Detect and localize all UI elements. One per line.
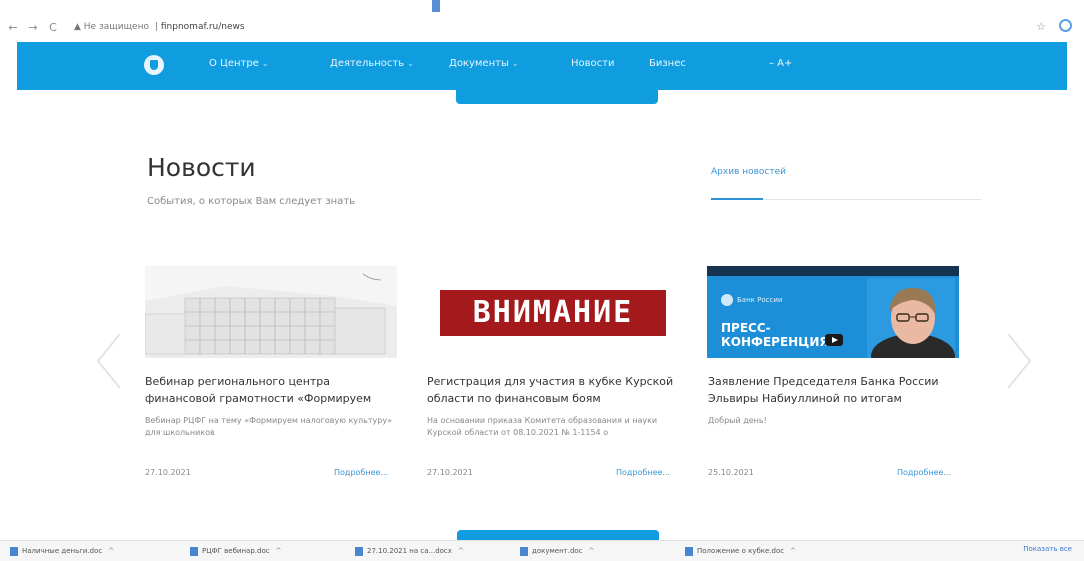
archive-active-indicator (711, 198, 763, 200)
chevron-up-icon: ^ (790, 547, 796, 555)
nav-label: Новости (571, 58, 615, 69)
news-card-excerpt: На основании приказа Комитета образовани… (427, 416, 658, 437)
news-card-more-link[interactable]: Подробнее... (616, 468, 670, 477)
file-icon (520, 546, 528, 556)
news-card-title[interactable]: Заявление Председателя Банка России Эльв… (708, 373, 963, 407)
bookmark-star-icon[interactable]: ☆ (1036, 20, 1046, 33)
chevron-down-icon: ⌄ (511, 59, 519, 68)
news-card-date: 27.10.2021 (427, 468, 473, 477)
profile-icon[interactable] (1059, 19, 1072, 32)
downloads-bar: Наличные деньги.doc ^ РЦФГ вебинар.doc ^ 2… (0, 540, 1084, 561)
site-logo-icon[interactable] (144, 55, 164, 75)
url-field[interactable]: | finpnomaf.ru/news (155, 22, 245, 32)
news-card-more-link[interactable]: Подробнее... (334, 468, 388, 477)
file-icon (190, 546, 198, 556)
news-card-image-press[interactable]: Банк России ПРЕСС- КОНФЕРЕНЦИЯ (707, 266, 959, 358)
news-card-date: 27.10.2021 (145, 468, 191, 477)
download-label: 27.10.2021 на са...docx (367, 547, 452, 555)
news-card-date: 25.10.2021 (708, 468, 754, 477)
page-subtitle: События, о которых Вам следует знать (147, 196, 356, 207)
file-icon (355, 546, 363, 556)
download-item[interactable]: Наличные деньги.doc ^ (10, 545, 114, 557)
bottom-section-tab[interactable] (457, 530, 659, 540)
show-all-downloads-link[interactable]: Показать все (1023, 545, 1072, 553)
download-item[interactable]: документ.doc ^ (520, 545, 594, 557)
top-accent-strip (432, 0, 440, 12)
news-card-title[interactable]: Регистрация для участия в кубке Курской … (427, 373, 682, 407)
nav-label: Деятельность (330, 58, 405, 69)
archive-underline (711, 198, 981, 200)
bank-logo-icon (721, 294, 733, 306)
carousel-next-icon[interactable] (1004, 332, 1034, 390)
download-label: РЦФГ вебинар.doc (202, 547, 270, 555)
news-card-title[interactable]: Вебинар регионального центра финансовой … (145, 373, 400, 407)
news-card-image-attention[interactable]: ВНИМАНИЕ (425, 266, 677, 358)
bank-brand-label: Банк России (737, 296, 783, 304)
nav-item-about[interactable]: О Центре ⌄ (209, 58, 269, 69)
news-card-image-building[interactable] (145, 266, 397, 358)
chevron-up-icon: ^ (108, 547, 115, 555)
news-card-more-link[interactable]: Подробнее... (897, 468, 951, 477)
news-card-excerpt: Вебинар РЦФГ на тему «Формируем налогову… (145, 416, 392, 437)
nav-item-activity[interactable]: Деятельность ⌄ (330, 58, 414, 69)
nav-item-documents[interactable]: Документы ⌄ (449, 58, 519, 69)
video-title-bar (707, 266, 959, 276)
press-conference-label: ПРЕСС- КОНФЕРЕНЦИЯ (721, 321, 829, 349)
browser-address-bar: ← → C ▲ Не защищено | finpnomaf.ru/news … (0, 12, 1084, 42)
play-icon[interactable] (825, 334, 843, 346)
forward-icon[interactable]: → (26, 21, 40, 34)
file-icon (10, 546, 18, 556)
download-label: документ.doc (532, 547, 583, 555)
news-archive-link[interactable]: Архив новостей (711, 167, 786, 177)
chevron-up-icon: ^ (588, 547, 595, 555)
news-card-excerpt: Добрый день! (708, 416, 767, 425)
nav-label: О Центре (209, 58, 259, 69)
download-label: Наличные деньги.doc (22, 547, 103, 555)
download-label: Положение о кубке.doc (697, 547, 785, 555)
nav-label: Документы (449, 58, 509, 69)
header-subtab[interactable] (456, 90, 658, 104)
attention-banner-text: ВНИМАНИЕ (440, 290, 666, 336)
nav-item-news[interactable]: Новости (571, 58, 614, 69)
chevron-down-icon: ⌄ (407, 59, 414, 68)
download-item[interactable]: 27.10.2021 на са...docx ^ (355, 545, 464, 557)
download-item[interactable]: РЦФГ вебинар.doc ^ (190, 545, 281, 557)
download-item[interactable]: Положение о кубке.doc ^ (685, 545, 796, 557)
url-host: finpnomaf.ru/news (160, 22, 245, 32)
page-title: Новости (147, 153, 256, 182)
bank-brand: Банк России (721, 294, 782, 306)
font-size-toggle[interactable]: – A+ (769, 58, 792, 69)
chevron-down-icon: ⌄ (261, 59, 269, 68)
nav-label: Бизнес (649, 58, 686, 69)
site-header: О Центре ⌄ Деятельность ⌄ Документы ⌄ Новос… (17, 42, 1067, 90)
back-icon[interactable]: ← (6, 21, 20, 34)
chevron-up-icon: ^ (275, 547, 282, 555)
nav-item-business[interactable]: Бизнес (649, 58, 686, 69)
speaker-portrait (867, 278, 955, 358)
security-indicator[interactable]: ▲ Не защищено (74, 22, 149, 32)
reload-icon[interactable]: C (46, 21, 60, 34)
file-icon (685, 546, 693, 556)
carousel-prev-icon[interactable] (94, 332, 124, 390)
chevron-up-icon: ^ (457, 547, 464, 555)
